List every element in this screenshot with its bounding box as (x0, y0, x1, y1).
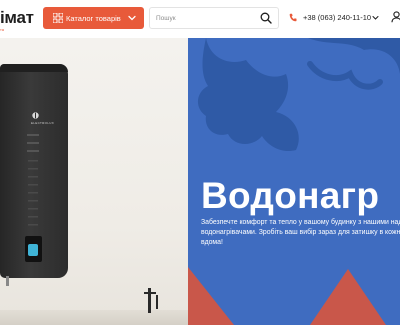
search-icon[interactable] (260, 12, 272, 24)
pipe (6, 276, 9, 286)
search-box (149, 7, 279, 29)
decorative-triangles (188, 267, 386, 325)
hero-description: Забезпечте комфорт та тепло у вашому буд… (201, 218, 400, 248)
control-panel-icon (27, 134, 39, 226)
catalog-button[interactable]: Каталог товарів (43, 7, 144, 29)
catalog-button-label: Каталог товарів (66, 14, 121, 23)
hero-banner: Водонагр Забезпечте комфорт та тепло у в… (188, 38, 400, 325)
phone-number[interactable]: +38 (063) 240-11-10 (303, 13, 371, 22)
site-header: імат та Каталог товарів +38 (063) 240-11… (0, 0, 400, 39)
hero-title: Водонагр (201, 175, 380, 216)
chevron-down-icon[interactable] (372, 14, 379, 21)
hero-text-line: Забезпечте комфорт та тепло у вашому буд… (201, 219, 400, 226)
search-input[interactable] (156, 13, 256, 24)
heater-top (0, 64, 68, 72)
phone-icon (289, 13, 297, 22)
brand-logo-icon (32, 112, 39, 119)
faucet-icon (144, 288, 158, 313)
heater-brand: ELECTROLUX (31, 121, 55, 125)
heater-display-glow (28, 244, 38, 256)
hero-text-line: водонагрівачами. Зробіть ваш вибір зараз… (201, 229, 400, 236)
water-heater-image: ELECTROLUX (0, 64, 68, 278)
chevron-down-icon (128, 15, 136, 21)
logo[interactable]: імат (0, 8, 34, 28)
user-icon[interactable] (391, 11, 400, 23)
hero-text-line: вдома! (201, 239, 223, 246)
logo-subtitle: та (0, 27, 5, 32)
grid-icon (53, 13, 63, 23)
hero-image: ELECTROLUX (0, 38, 188, 325)
decorative-shape (197, 38, 400, 152)
